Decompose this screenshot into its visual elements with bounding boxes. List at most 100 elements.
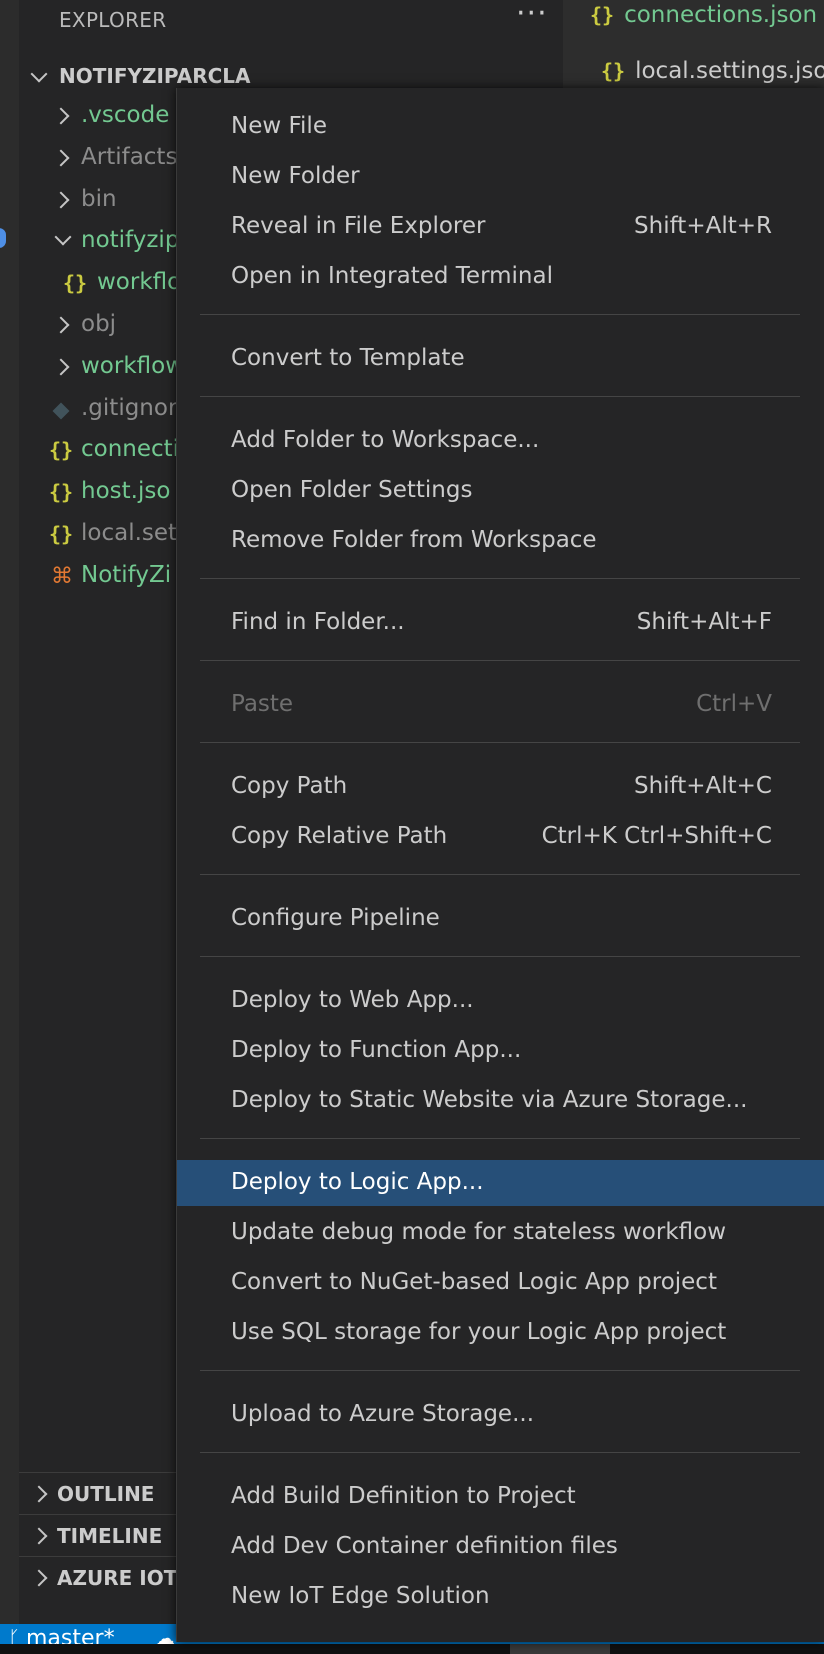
explorer-title: EXPLORER xyxy=(59,8,167,32)
menu-item-label: Add Build Definition to Project xyxy=(231,1483,576,1509)
scrollbar-thumb[interactable] xyxy=(510,1644,610,1654)
tree-item-label: workflow xyxy=(81,352,185,379)
menu-item-label: Find in Folder... xyxy=(231,609,405,635)
menu-item-remove-folder-from-workspace[interactable]: Remove Folder from Workspace xyxy=(177,518,824,564)
menu-separator xyxy=(200,874,800,875)
json-file-icon: {} xyxy=(49,522,74,546)
json-file-icon: {} xyxy=(49,438,74,463)
menu-item-deploy-to-web-app[interactable]: Deploy to Web App... xyxy=(177,978,824,1024)
menu-item-find-in-folder[interactable]: Find in Folder... Shift+Alt+F xyxy=(177,600,824,646)
json-file-icon: {} xyxy=(49,480,74,505)
tree-item-label: bin xyxy=(81,185,117,212)
menu-item-label: Reveal in File Explorer xyxy=(231,213,486,239)
more-actions-icon[interactable]: ··· xyxy=(516,0,548,31)
menu-item-open-in-integrated-terminal[interactable]: Open in Integrated Terminal xyxy=(177,254,824,300)
menu-item-label: Copy Relative Path xyxy=(231,823,448,849)
chevron-right-icon xyxy=(52,107,70,125)
menu-item-label: Use SQL storage for your Logic App proje… xyxy=(231,1319,727,1345)
tab-label: local.settings.json xyxy=(635,58,824,84)
menu-item-add-dev-container-definition-files[interactable]: Add Dev Container definition files xyxy=(177,1524,824,1570)
menu-item-copy-path[interactable]: Copy Path Shift+Alt+C xyxy=(177,764,824,810)
menu-item-label: Copy Path xyxy=(231,773,348,799)
menu-item-add-build-definition-to-project[interactable]: Add Build Definition to Project xyxy=(177,1474,824,1520)
tree-item-label: obj xyxy=(81,311,117,337)
menu-separator xyxy=(200,956,800,957)
menu-item-configure-pipeline[interactable]: Configure Pipeline xyxy=(177,896,824,942)
tab-label: connections.json xyxy=(624,2,818,28)
chevron-right-icon xyxy=(52,358,70,376)
workspace-folder-name: NOTIFYZIPARCLA xyxy=(59,64,251,88)
menu-separator xyxy=(200,1370,800,1371)
menu-item-label: Convert to Template xyxy=(231,345,465,371)
tab-connections-json[interactable]: {} connections.json xyxy=(590,2,817,42)
menu-item-paste: Paste Ctrl+V xyxy=(177,682,824,728)
chevron-down-icon xyxy=(30,65,48,83)
menu-separator xyxy=(200,578,800,579)
menu-separator xyxy=(200,1138,800,1139)
tree-item-label: notifyzip xyxy=(81,227,180,254)
section-label: OUTLINE xyxy=(57,1482,155,1506)
context-menu: New File New Folder Reveal in File Explore… xyxy=(176,88,824,1642)
menu-item-upload-to-azure-storage[interactable]: Upload to Azure Storage... xyxy=(177,1392,824,1438)
menu-item-reveal-in-file-explorer[interactable]: Reveal in File Explorer Shift+Alt+R xyxy=(177,204,824,250)
menu-item-label: Deploy to Web App... xyxy=(231,987,474,1013)
activity-bar xyxy=(0,0,19,1624)
menu-item-label: Paste xyxy=(231,691,294,717)
menu-item-shortcut: Ctrl+K Ctrl+Shift+C xyxy=(541,823,772,849)
section-label: TIMELINE xyxy=(57,1524,163,1548)
menu-item-new-iot-edge-solution[interactable]: New IoT Edge Solution xyxy=(177,1574,824,1620)
menu-item-label: Open Folder Settings xyxy=(231,477,473,503)
menu-item-update-debug-mode-for-stateless-workflow[interactable]: Update debug mode for stateless workflow xyxy=(177,1210,824,1256)
menu-item-deploy-to-logic-app[interactable]: Deploy to Logic App... xyxy=(177,1160,824,1206)
menu-item-open-folder-settings[interactable]: Open Folder Settings xyxy=(177,468,824,514)
menu-item-label: Add Dev Container definition files xyxy=(231,1533,618,1559)
json-file-icon: {} xyxy=(63,271,88,296)
menu-item-label: Add Folder to Workspace... xyxy=(231,427,540,453)
menu-item-deploy-to-static-website-via-azure-storage[interactable]: Deploy to Static Website via Azure Stora… xyxy=(177,1078,824,1124)
rss-file-icon: ⌘ xyxy=(51,563,73,589)
git-file-icon xyxy=(52,402,70,420)
menu-item-label: Deploy to Logic App... xyxy=(231,1169,484,1195)
menu-item-label: Deploy to Function App... xyxy=(231,1037,522,1063)
editor-tabs: {} connections.json {} local.settings.json xyxy=(563,0,824,90)
chevron-right-icon xyxy=(52,191,70,209)
menu-item-use-sql-storage-for-your-logic-app-project[interactable]: Use SQL storage for your Logic App proje… xyxy=(177,1310,824,1356)
menu-item-shortcut: Shift+Alt+R xyxy=(634,213,772,239)
chevron-down-icon xyxy=(54,228,72,246)
tree-item-label: NotifyZi xyxy=(81,561,172,588)
menu-item-label: Deploy to Static Website via Azure Stora… xyxy=(231,1087,748,1113)
menu-item-label: Convert to NuGet-based Logic App project xyxy=(231,1269,717,1295)
tree-item-label: host.jso xyxy=(81,478,171,505)
tree-item-label: workflo xyxy=(97,269,182,296)
section-label: AZURE IOT xyxy=(57,1566,178,1590)
menu-item-label: Remove Folder from Workspace xyxy=(231,527,597,553)
menu-item-label: Update debug mode for stateless workflow xyxy=(231,1219,727,1245)
menu-item-convert-to-template[interactable]: Convert to Template xyxy=(177,336,824,382)
menu-item-label: New File xyxy=(231,113,327,139)
menu-item-label: Upload to Azure Storage... xyxy=(231,1401,535,1427)
tree-item-label: .gitignor xyxy=(81,394,178,421)
tree-item-label: Artifacts xyxy=(81,143,178,170)
chevron-right-icon xyxy=(30,1485,48,1503)
chevron-right-icon xyxy=(30,1527,48,1545)
horizontal-scrollbar[interactable] xyxy=(0,1644,824,1654)
menu-item-convert-to-nuget-based-logic-app-project[interactable]: Convert to NuGet-based Logic App project xyxy=(177,1260,824,1306)
vscode-window: EXPLORER ··· NOTIFYZIPARCLA .vscode Artif… xyxy=(0,0,824,1654)
menu-separator xyxy=(200,742,800,743)
chevron-right-icon xyxy=(30,1569,48,1587)
json-file-icon: {} xyxy=(590,3,615,27)
menu-separator xyxy=(200,1452,800,1453)
menu-item-new-folder[interactable]: New Folder xyxy=(177,154,824,200)
menu-item-add-folder-to-workspace[interactable]: Add Folder to Workspace... xyxy=(177,418,824,464)
chevron-right-icon xyxy=(52,149,70,167)
activity-badge xyxy=(0,228,6,248)
menu-item-copy-relative-path[interactable]: Copy Relative Path Ctrl+K Ctrl+Shift+C xyxy=(177,814,824,860)
menu-item-shortcut: Shift+Alt+C xyxy=(633,773,772,799)
menu-item-deploy-to-function-app[interactable]: Deploy to Function App... xyxy=(177,1028,824,1074)
menu-item-shortcut: Ctrl+V xyxy=(696,691,772,717)
tree-item-label: .vscode xyxy=(81,102,170,128)
menu-item-shortcut: Shift+Alt+F xyxy=(636,609,772,635)
json-file-icon: {} xyxy=(601,59,626,83)
menu-item-new-file[interactable]: New File xyxy=(177,104,824,150)
menu-separator xyxy=(200,660,800,661)
